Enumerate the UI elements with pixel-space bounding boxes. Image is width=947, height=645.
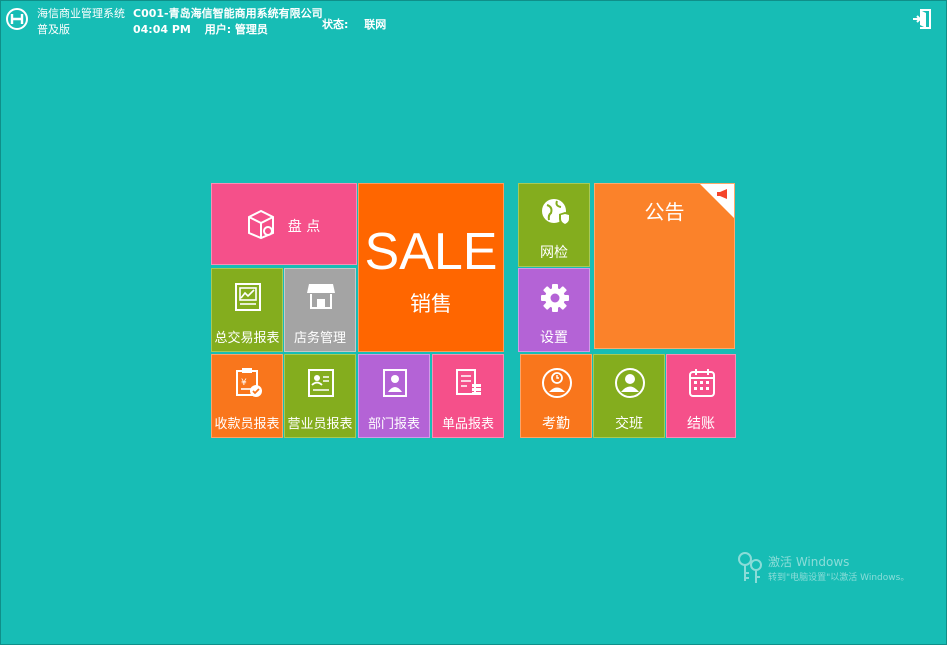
tile-store-mgmt[interactable]: 店务管理 [284,268,356,352]
tile-network-check[interactable]: 网检 [518,183,590,267]
tile-sale[interactable]: SALE 销售 [358,183,504,352]
company-name: C001-青岛海信智能商用系统有限公司 [133,7,323,20]
current-user: 用户: 管理员 [204,23,268,36]
department-person-icon [383,369,407,397]
globe-shield-icon [542,199,571,227]
tile-attendance[interactable]: 考勤 [520,354,592,438]
app-name-block: 海信商业管理系统 普及版 [37,6,125,38]
tile-salesperson-report[interactable]: 营业员报表 [284,354,356,438]
tile-checkout[interactable]: 结账 [666,354,736,438]
store-icon [307,284,335,309]
user-circle-icon [615,368,645,398]
attendance-clock-icon [542,368,572,398]
watermark-line1: 激活 Windows [768,555,850,569]
sale-sub-text: 销售 [410,292,452,316]
clock-time: 04:04 PM [133,23,191,36]
status-value: 联网 [364,18,387,31]
tile-total-report[interactable]: 总交易报表 [211,268,283,352]
tile-inventory[interactable]: 盘 点 [211,183,357,265]
tile-label: 店务管理 [293,331,346,346]
tile-label: 单品报表 [441,417,494,432]
sale-big-text: SALE [364,223,498,281]
tile-label: 营业员报表 [287,417,353,432]
tile-dept-report[interactable]: 部门报表 [358,354,430,438]
item-report-icon [456,369,481,395]
key-icon [738,552,762,583]
app-edition: 普及版 [37,23,70,36]
tile-label: 设置 [540,330,568,346]
app-logo-icon [6,8,28,30]
tile-label: 部门报表 [367,417,420,432]
calendar-icon [689,369,715,397]
tile-label: 结账 [687,416,715,432]
status-label: 状态: [322,18,349,31]
tile-label: 盘 点 [287,219,321,235]
tile-label: 考勤 [542,416,570,432]
tile-label: 收款员报表 [214,417,280,432]
tile-label: 总交易报表 [214,331,280,346]
gear-icon [541,284,569,312]
tile-item-report[interactable]: 单品报表 [432,354,504,438]
exit-icon[interactable] [912,8,934,30]
header-bar: 海信商业管理系统 普及版 C001-青岛海信智能商用系统有限公司 04:04 P… [0,0,947,44]
status-block: 状态: 联网 [322,16,398,32]
company-block: C001-青岛海信智能商用系统有限公司 04:04 PM 用户: 管理员 [133,6,323,38]
watermark-line2: 转到"电脑设置"以激活 Windows。 [768,573,910,583]
svg-text:¥: ¥ [241,378,247,388]
activation-watermark: 激活 Windows 转到"电脑设置"以激活 Windows。 [737,551,937,591]
tile-label: 交班 [615,416,643,432]
tile-cashier-report[interactable]: ¥ 收款员报表 [211,354,283,438]
report-chart-icon [235,283,261,311]
cashier-report-icon: ¥ [236,368,262,397]
app-name: 海信商业管理系统 [37,7,125,20]
tile-notice[interactable]: 公告 [594,183,735,349]
tile-settings[interactable]: 设置 [518,268,590,352]
notice-title: 公告 [644,200,685,224]
tile-shift[interactable]: 交班 [593,354,665,438]
tile-label: 网检 [540,245,568,261]
salesperson-card-icon [308,369,334,397]
